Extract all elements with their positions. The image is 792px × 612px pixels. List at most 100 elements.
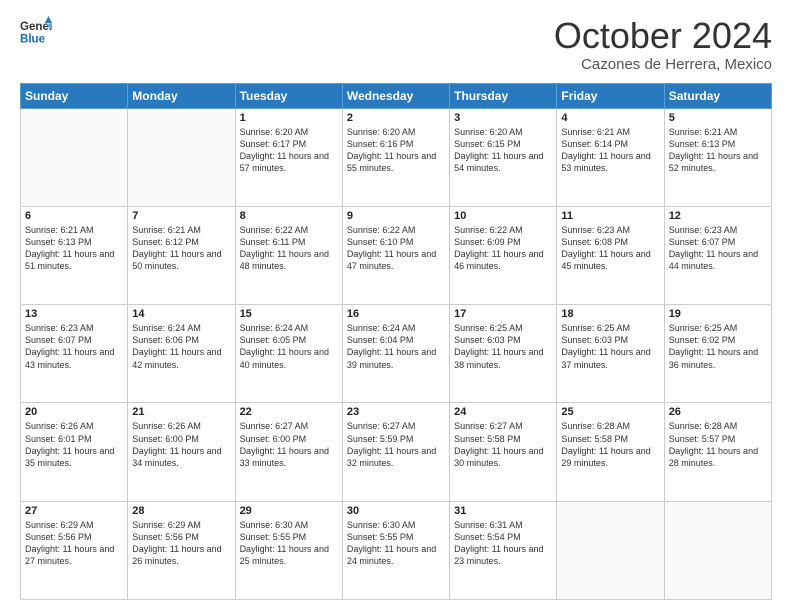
day-number: 15 (240, 308, 338, 320)
day-info: Sunrise: 6:27 AMSunset: 5:58 PMDaylight:… (454, 420, 552, 469)
calendar-cell: 1 Sunrise: 6:20 AMSunset: 6:17 PMDaylight… (235, 108, 342, 206)
calendar-cell: 29Sunrise: 6:30 AMSunset: 5:55 PMDayligh… (235, 501, 342, 599)
page-header: General Blue October 2024 Cazones de Her… (20, 16, 772, 73)
calendar-cell: 26 Sunrise: 6:28 AMSunset: 5:57 PMDayligh… (664, 403, 771, 501)
day-info: Sunrise: 6:23 AMSunset: 6:08 PMDaylight:… (561, 224, 659, 273)
day-info: Sunrise: 6:21 AMSunset: 6:13 PMDaylight:… (25, 224, 123, 273)
calendar-cell: 25 Sunrise: 6:28 AMSunset: 5:58 PMDayligh… (557, 403, 664, 501)
day-info: Sunrise: 6:23 AMSunset: 6:07 PMDaylight:… (669, 224, 767, 273)
day-number: 24 (454, 406, 552, 418)
calendar-cell: 18 Sunrise: 6:25 AMSunset: 6:03 PMDayligh… (557, 305, 664, 403)
calendar-table: SundayMondayTuesdayWednesdayThursdayFrid… (20, 83, 772, 600)
day-number: 17 (454, 308, 552, 320)
calendar-header-wednesday: Wednesday (342, 83, 449, 108)
day-number: 20 (25, 406, 123, 418)
calendar-week-5: 27 Sunrise: 6:29 AMSunset: 5:56 PMDayligh… (21, 501, 772, 599)
calendar-header-friday: Friday (557, 83, 664, 108)
calendar-cell: 30 Sunrise: 6:30 AMSunset: 5:55 PMDayligh… (342, 501, 449, 599)
calendar-cell: 12 Sunrise: 6:23 AMSunset: 6:07 PMDayligh… (664, 206, 771, 304)
day-info: Sunrise: 6:28 AMSunset: 5:57 PMDaylight:… (669, 420, 767, 469)
calendar-cell: 8 Sunrise: 6:22 AMSunset: 6:11 PMDaylight… (235, 206, 342, 304)
day-number: 22 (240, 406, 338, 418)
calendar-header-sunday: Sunday (21, 83, 128, 108)
calendar-cell: 5Sunrise: 6:21 AMSunset: 6:13 PMDaylight… (664, 108, 771, 206)
day-info: Sunrise: 6:22 AMSunset: 6:10 PMDaylight:… (347, 224, 445, 273)
day-number: 14 (132, 308, 230, 320)
day-info: Sunrise: 6:26 AMSunset: 6:01 PMDaylight:… (25, 420, 123, 469)
day-info: Sunrise: 6:21 AMSunset: 6:13 PMDaylight:… (669, 126, 767, 175)
day-info: Sunrise: 6:30 AMSunset: 5:55 PMDaylight:… (347, 519, 445, 568)
day-number: 21 (132, 406, 230, 418)
day-number: 13 (25, 308, 123, 320)
day-info: Sunrise: 6:29 AMSunset: 5:56 PMDaylight:… (25, 519, 123, 568)
calendar-cell (557, 501, 664, 599)
day-info: Sunrise: 6:28 AMSunset: 5:58 PMDaylight:… (561, 420, 659, 469)
calendar-cell: 28 Sunrise: 6:29 AMSunset: 5:56 PMDayligh… (128, 501, 235, 599)
calendar-cell: 19 Sunrise: 6:25 AMSunset: 6:02 PMDayligh… (664, 305, 771, 403)
day-number: 27 (25, 505, 123, 517)
day-number: 8 (240, 210, 338, 222)
day-number: 4 (561, 112, 659, 124)
calendar-week-1: 1 Sunrise: 6:20 AMSunset: 6:17 PMDaylight… (21, 108, 772, 206)
calendar-header-monday: Monday (128, 83, 235, 108)
calendar-header-thursday: Thursday (450, 83, 557, 108)
day-number: 12 (669, 210, 767, 222)
calendar-cell: 22 Sunrise: 6:27 AMSunset: 6:00 PMDayligh… (235, 403, 342, 501)
day-info: Sunrise: 6:27 AMSunset: 5:59 PMDaylight:… (347, 420, 445, 469)
day-number: 26 (669, 406, 767, 418)
day-info: Sunrise: 6:21 AMSunset: 6:14 PMDaylight:… (561, 126, 659, 175)
day-number: 30 (347, 505, 445, 517)
calendar-cell: 4 Sunrise: 6:21 AMSunset: 6:14 PMDaylight… (557, 108, 664, 206)
calendar-cell: 9Sunrise: 6:22 AMSunset: 6:10 PMDaylight… (342, 206, 449, 304)
day-info: Sunrise: 6:22 AMSunset: 6:11 PMDaylight:… (240, 224, 338, 273)
day-info: Sunrise: 6:23 AMSunset: 6:07 PMDaylight:… (25, 322, 123, 371)
day-info: Sunrise: 6:20 AMSunset: 6:17 PMDaylight:… (240, 126, 338, 175)
calendar-cell: 15 Sunrise: 6:24 AMSunset: 6:05 PMDayligh… (235, 305, 342, 403)
day-info: Sunrise: 6:22 AMSunset: 6:09 PMDaylight:… (454, 224, 552, 273)
calendar-cell: 11 Sunrise: 6:23 AMSunset: 6:08 PMDayligh… (557, 206, 664, 304)
calendar-cell (664, 501, 771, 599)
calendar-week-4: 20 Sunrise: 6:26 AMSunset: 6:01 PMDayligh… (21, 403, 772, 501)
calendar-cell: 21 Sunrise: 6:26 AMSunset: 6:00 PMDayligh… (128, 403, 235, 501)
day-number: 18 (561, 308, 659, 320)
day-number: 11 (561, 210, 659, 222)
day-info: Sunrise: 6:29 AMSunset: 5:56 PMDaylight:… (132, 519, 230, 568)
calendar-cell: 14Sunrise: 6:24 AMSunset: 6:06 PMDayligh… (128, 305, 235, 403)
location-title: Cazones de Herrera, Mexico (554, 56, 772, 73)
day-info: Sunrise: 6:26 AMSunset: 6:00 PMDaylight:… (132, 420, 230, 469)
day-info: Sunrise: 6:25 AMSunset: 6:03 PMDaylight:… (561, 322, 659, 371)
day-info: Sunrise: 6:25 AMSunset: 6:03 PMDaylight:… (454, 322, 552, 371)
day-number: 19 (669, 308, 767, 320)
calendar-cell: 31Sunrise: 6:31 AMSunset: 5:54 PMDayligh… (450, 501, 557, 599)
day-info: Sunrise: 6:27 AMSunset: 6:00 PMDaylight:… (240, 420, 338, 469)
day-number: 2 (347, 112, 445, 124)
day-info: Sunrise: 6:30 AMSunset: 5:55 PMDaylight:… (240, 519, 338, 568)
day-info: Sunrise: 6:31 AMSunset: 5:54 PMDaylight:… (454, 519, 552, 568)
day-info: Sunrise: 6:25 AMSunset: 6:02 PMDaylight:… (669, 322, 767, 371)
calendar-cell: 2 Sunrise: 6:20 AMSunset: 6:16 PMDaylight… (342, 108, 449, 206)
day-info: Sunrise: 6:21 AMSunset: 6:12 PMDaylight:… (132, 224, 230, 273)
calendar-cell: 24 Sunrise: 6:27 AMSunset: 5:58 PMDayligh… (450, 403, 557, 501)
calendar-header-row: SundayMondayTuesdayWednesdayThursdayFrid… (21, 83, 772, 108)
title-block: October 2024 Cazones de Herrera, Mexico (554, 16, 772, 73)
calendar-week-3: 13 Sunrise: 6:23 AMSunset: 6:07 PMDayligh… (21, 305, 772, 403)
day-number: 7 (132, 210, 230, 222)
calendar-cell: 3 Sunrise: 6:20 AMSunset: 6:15 PMDaylight… (450, 108, 557, 206)
day-number: 28 (132, 505, 230, 517)
calendar-header-saturday: Saturday (664, 83, 771, 108)
day-info: Sunrise: 6:24 AMSunset: 6:05 PMDaylight:… (240, 322, 338, 371)
day-number: 3 (454, 112, 552, 124)
svg-text:Blue: Blue (20, 34, 46, 46)
day-number: 10 (454, 210, 552, 222)
day-number: 25 (561, 406, 659, 418)
calendar-cell: 13 Sunrise: 6:23 AMSunset: 6:07 PMDayligh… (21, 305, 128, 403)
calendar-cell: 16Sunrise: 6:24 AMSunset: 6:04 PMDayligh… (342, 305, 449, 403)
day-info: Sunrise: 6:20 AMSunset: 6:15 PMDaylight:… (454, 126, 552, 175)
calendar-cell: 7 Sunrise: 6:21 AMSunset: 6:12 PMDaylight… (128, 206, 235, 304)
logo-icon: General Blue (20, 16, 52, 48)
calendar-header-tuesday: Tuesday (235, 83, 342, 108)
day-info: Sunrise: 6:20 AMSunset: 6:16 PMDaylight:… (347, 126, 445, 175)
calendar-cell: 17 Sunrise: 6:25 AMSunset: 6:03 PMDayligh… (450, 305, 557, 403)
day-number: 1 (240, 112, 338, 124)
calendar-cell (128, 108, 235, 206)
